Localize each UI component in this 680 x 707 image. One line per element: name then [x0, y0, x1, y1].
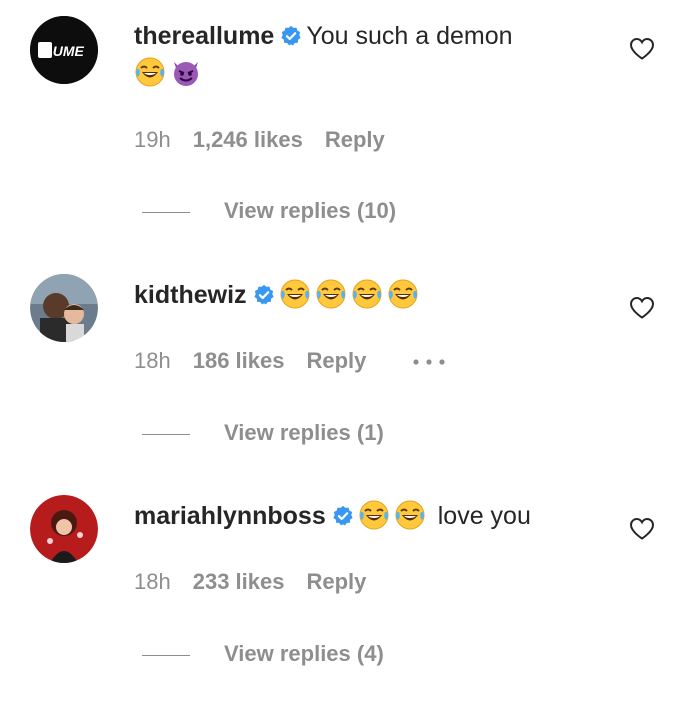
replies-divider — [142, 433, 190, 435]
view-replies-label: View replies (4) — [224, 641, 384, 666]
verified-badge-icon — [253, 284, 275, 306]
comment-line-1: mariahlynnboss love you — [134, 499, 604, 533]
username[interactable]: kidthewiz — [134, 281, 247, 309]
reply-button[interactable]: Reply — [306, 348, 366, 373]
comment-text: love you — [437, 502, 531, 530]
smiling-imp-emoji-icon — [170, 56, 202, 88]
likes-count[interactable]: 1,246 likes — [193, 127, 303, 152]
comment-text: You such a demon — [306, 22, 513, 50]
more-options-icon[interactable] — [412, 358, 446, 366]
view-replies-label: View replies (1) — [224, 420, 384, 445]
timestamp: 18h — [134, 348, 171, 373]
likes-count[interactable]: 186 likes — [193, 348, 285, 373]
replies-divider — [142, 654, 190, 656]
laughing-emoji-icon — [387, 278, 419, 310]
comment-line-1: kidthewiz — [134, 278, 604, 312]
lume-logo-icon: LUME — [30, 16, 98, 84]
avatar[interactable] — [30, 495, 98, 563]
profile-photo-icon — [30, 495, 98, 563]
verified-badge-icon — [280, 25, 302, 47]
comment-meta: 18h 233 likes Reply — [134, 569, 388, 595]
avatar[interactable]: LUME — [30, 16, 98, 84]
comment-meta: 18h 186 likes Reply — [134, 348, 446, 374]
view-replies-label: View replies (10) — [224, 198, 397, 223]
avatar[interactable] — [30, 274, 98, 342]
profile-photo-icon — [30, 274, 98, 342]
reply-button[interactable]: Reply — [306, 569, 366, 594]
like-heart-icon[interactable] — [629, 517, 655, 541]
laughing-emoji-icon — [358, 499, 390, 531]
verified-badge-icon — [332, 505, 354, 527]
laughing-emoji-icon — [134, 56, 166, 88]
username[interactable]: thereallume — [134, 22, 274, 50]
comment-line-2 — [134, 56, 604, 90]
laughing-emoji-icon — [394, 499, 426, 531]
timestamp: 18h — [134, 569, 171, 594]
svg-text:LUME: LUME — [44, 43, 84, 59]
view-replies-button[interactable]: View replies (4) — [142, 641, 384, 667]
like-heart-icon[interactable] — [629, 37, 655, 61]
comment-meta: 19h 1,246 likes Reply — [134, 127, 407, 153]
view-replies-button[interactable]: View replies (1) — [142, 420, 384, 446]
likes-count[interactable]: 233 likes — [193, 569, 285, 594]
laughing-emoji-icon — [315, 278, 347, 310]
username[interactable]: mariahlynnboss — [134, 502, 326, 530]
view-replies-button[interactable]: View replies (10) — [142, 198, 396, 224]
laughing-emoji-icon — [351, 278, 383, 310]
timestamp: 19h — [134, 127, 171, 152]
replies-divider — [142, 211, 190, 213]
like-heart-icon[interactable] — [629, 296, 655, 320]
comment-body: thereallume You such a demon — [134, 19, 604, 90]
laughing-emoji-icon — [279, 278, 311, 310]
reply-button[interactable]: Reply — [325, 127, 385, 152]
comment-body: kidthewiz — [134, 278, 604, 312]
comment-body: mariahlynnboss love you — [134, 499, 604, 533]
comment-line-1: thereallume You such a demon — [134, 19, 604, 53]
